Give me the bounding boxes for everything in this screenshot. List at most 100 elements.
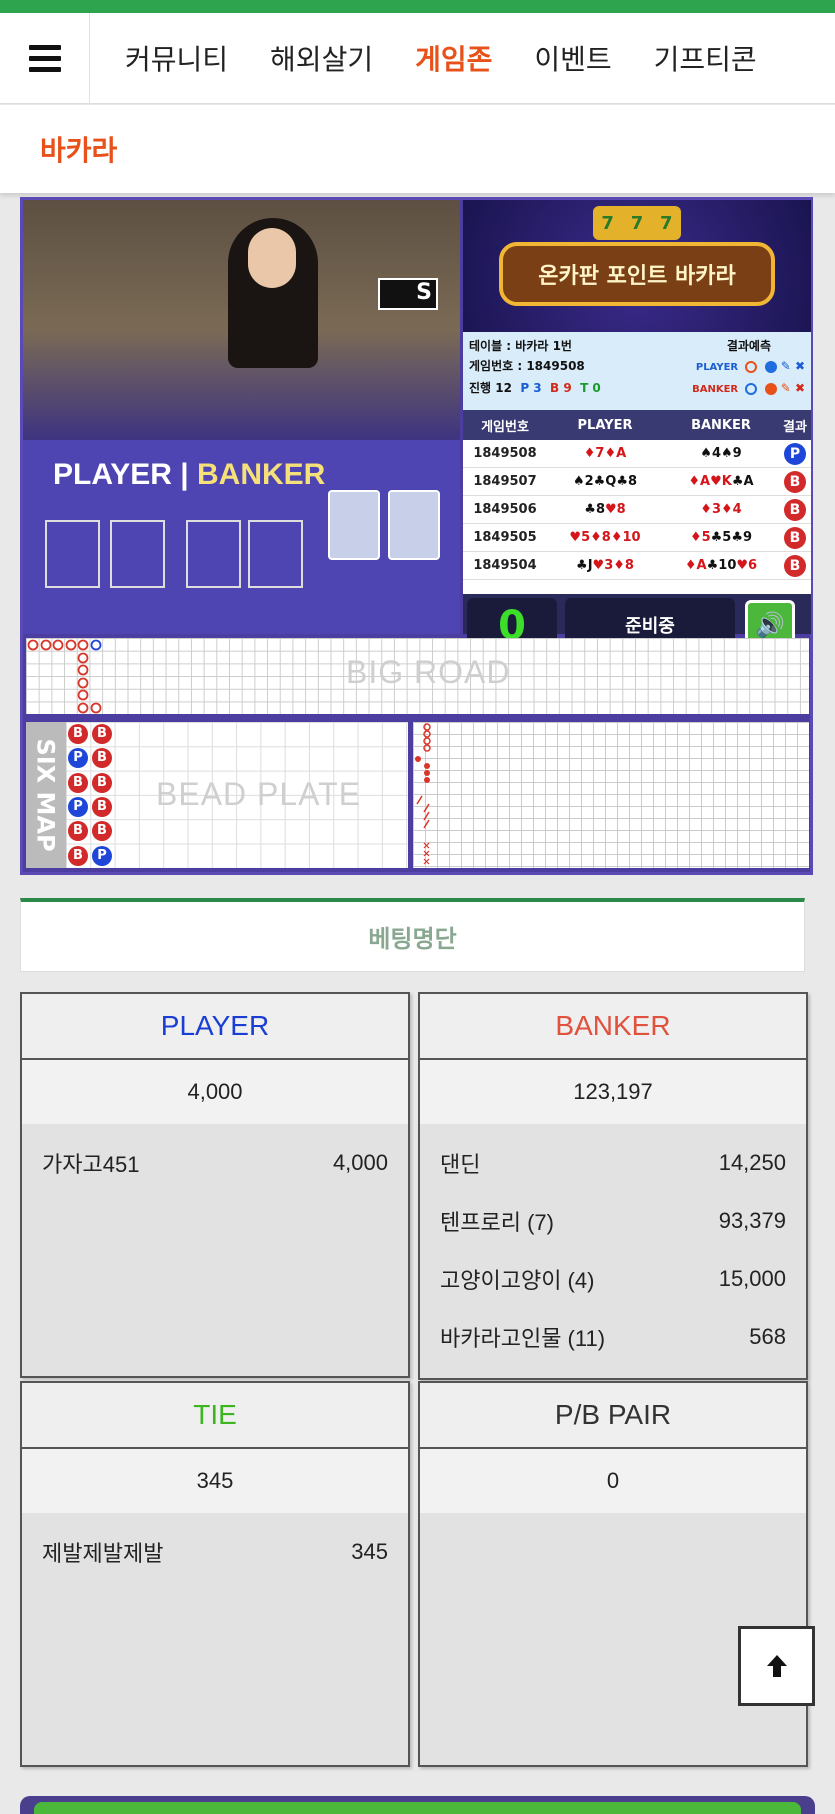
tie-bets-panel: TIE 345 제발제발제발 345 [20,1381,410,1767]
round-label: 게임번호 : 1849508 [469,359,585,373]
predict-circle-icon[interactable] [745,382,758,395]
player-bets-title: PLAYER [22,994,408,1060]
history-header-cell: 게임번호 [481,419,529,435]
bet-entry: 고양이고양이 (4) 15,000 [440,1250,786,1308]
derived-road-marks [415,723,431,865]
sub-header: 바카라 [0,105,835,193]
derived-roads [413,722,809,868]
count-tie: T 0 [580,381,601,395]
pair-bets-total: 0 [420,1449,806,1513]
bead-result: B [68,724,88,744]
bet-entry: 제발제발제발 345 [42,1523,388,1581]
prediction-label: 결과예측 [726,339,771,353]
history-round-no: 1849508 [473,446,537,461]
bet-entry: 댄딘 14,250 [440,1134,786,1192]
nav-item-gifticon[interactable]: 기프티콘 [654,38,757,78]
big-road-label: BIG ROAD [346,654,511,690]
bead-result: P [68,748,88,769]
history-player-cards: ♣8♥8 [584,502,626,517]
bet-amount: 93,379 [718,1208,786,1233]
slot-machine-icon: 777 [593,206,681,240]
history-round-no: 1849504 [473,558,537,573]
betting-list-header: 베팅명단 [20,898,805,972]
bead-result: B [92,748,112,769]
card-slot [248,520,303,588]
bead-result: B [92,796,112,817]
history-row: 1849508 ♦7♦A ♠4♠9 P [463,440,811,468]
big-road-marks [27,639,102,714]
tie-bets-title: TIE [22,1383,408,1449]
history-result-badge: P [784,442,806,465]
bead-result: B [68,845,88,866]
bead-plate-label: BEAD PLATE [156,776,362,812]
history-banker-cards: ♦A♣10♥6 [684,558,758,573]
history-table: 게임번호 PLAYER BANKER 결과 1849508 ♦7♦A ♠4♠9 … [463,410,811,594]
predict-x-icon[interactable]: ✖ [795,381,805,395]
history-round-no: 1849506 [473,502,537,517]
history-round-no: 1849507 [473,474,537,489]
predict-circle-icon[interactable] [745,360,758,373]
game-info: 테이블 : 바카라 1번 결과예측 게임번호 : 1849508 PLAYER ✎… [463,332,811,410]
nav-item-living-abroad[interactable]: 해외살기 [270,38,373,78]
scroll-to-top-button[interactable] [738,1626,815,1706]
bead-result: P [92,845,112,866]
player-bets-panel: PLAYER 4,000 가자고451 4,000 [20,992,410,1378]
bet-amount: 15,000 [718,1266,786,1291]
bet-entry: 텐프로리 (7) 93,379 [440,1192,786,1250]
predict-dot-icon[interactable] [764,382,777,395]
bet-amount: 4,000 [332,1150,388,1175]
six-map-label: SIX MAP [26,722,66,868]
tie-bets-total: 345 [22,1449,408,1513]
nav-items: 커뮤니티 해외살기 게임존 이벤트 기프티콘 [90,13,799,104]
bead-result: B [92,821,112,842]
table-label: 테이블 : 바카라 1번 [469,339,572,353]
predict-pencil-icon[interactable]: ✎ [781,381,791,395]
history-banker-cards: ♦3♦4 [700,502,742,517]
nav-item-event[interactable]: 이벤트 [534,38,611,78]
predict-x-icon[interactable]: ✖ [795,359,805,373]
history-row: 1849506 ♣8♥8 ♦3♦4 B [463,496,811,524]
bead-result: B [68,772,88,793]
count-banker: B 9 [550,381,572,395]
card-slot [186,520,241,588]
bet-entry: 가자고451 4,000 [42,1134,388,1192]
history-result-badge: B [784,498,806,521]
bead-result: P [68,796,88,817]
predict-pencil-icon[interactable]: ✎ [781,359,791,373]
promo-banner: 777 온카판 포인트 바카라 [463,200,811,332]
bettor-name: 댄딘 [440,1152,481,1177]
nav-item-community[interactable]: 커뮤니티 [125,38,228,78]
hamburger-menu-icon[interactable] [0,12,90,104]
live-video: S PLAYER | BANKER [23,200,460,634]
bead-result: B [92,772,112,793]
card-slot [110,520,165,588]
bet-entry: 바카라고인물 (11) 568 [440,1308,786,1366]
progress-label: 진행 12 [469,381,512,395]
bead-result: B [92,724,112,744]
player-bets-total: 4,000 [22,1060,408,1124]
history-result-badge: B [784,470,806,493]
history-player-cards: ♥5♦8♦10 [569,530,641,545]
banker-bets-panel: BANKER 123,197 댄딘 14,250 텐프로리 (7) 93,379 고양이… [418,992,808,1380]
history-banker-cards: ♠4♠9 [700,446,742,461]
history-player-cards: ♦7♦A [583,446,627,461]
history-player-cards: ♠2♣Q♣8 [572,474,638,489]
table-pb-label: PLAYER | BANKER [53,458,326,491]
main-nav: 커뮤니티 해외살기 게임존 이벤트 기프티콘 [0,12,835,104]
nav-item-game-zone[interactable]: 게임존 [415,38,492,78]
bet-amount: 345 [351,1539,388,1564]
bettor-name: 가자고451 [42,1152,140,1177]
banker-bets-total: 123,197 [420,1060,806,1124]
bettor-name: 고양이고양이 (4) [440,1268,595,1293]
bet-amount: 14,250 [718,1150,786,1175]
predict-dot-icon[interactable] [764,360,777,373]
history-result-badge: B [784,554,806,577]
history-row: 1849504 ♣J♥3♦8 ♦A♣10♥6 B [463,552,811,580]
bottom-bar [20,1796,815,1814]
history-player-cards: ♣J♥3♦8 [576,558,634,573]
history-banker-cards: ♦A♥K♣A [688,474,754,489]
card-deck [388,490,440,560]
history-header-cell: 결과 [783,419,807,435]
top-accent-bar [0,0,835,13]
big-road: BIG ROAD [26,638,809,714]
